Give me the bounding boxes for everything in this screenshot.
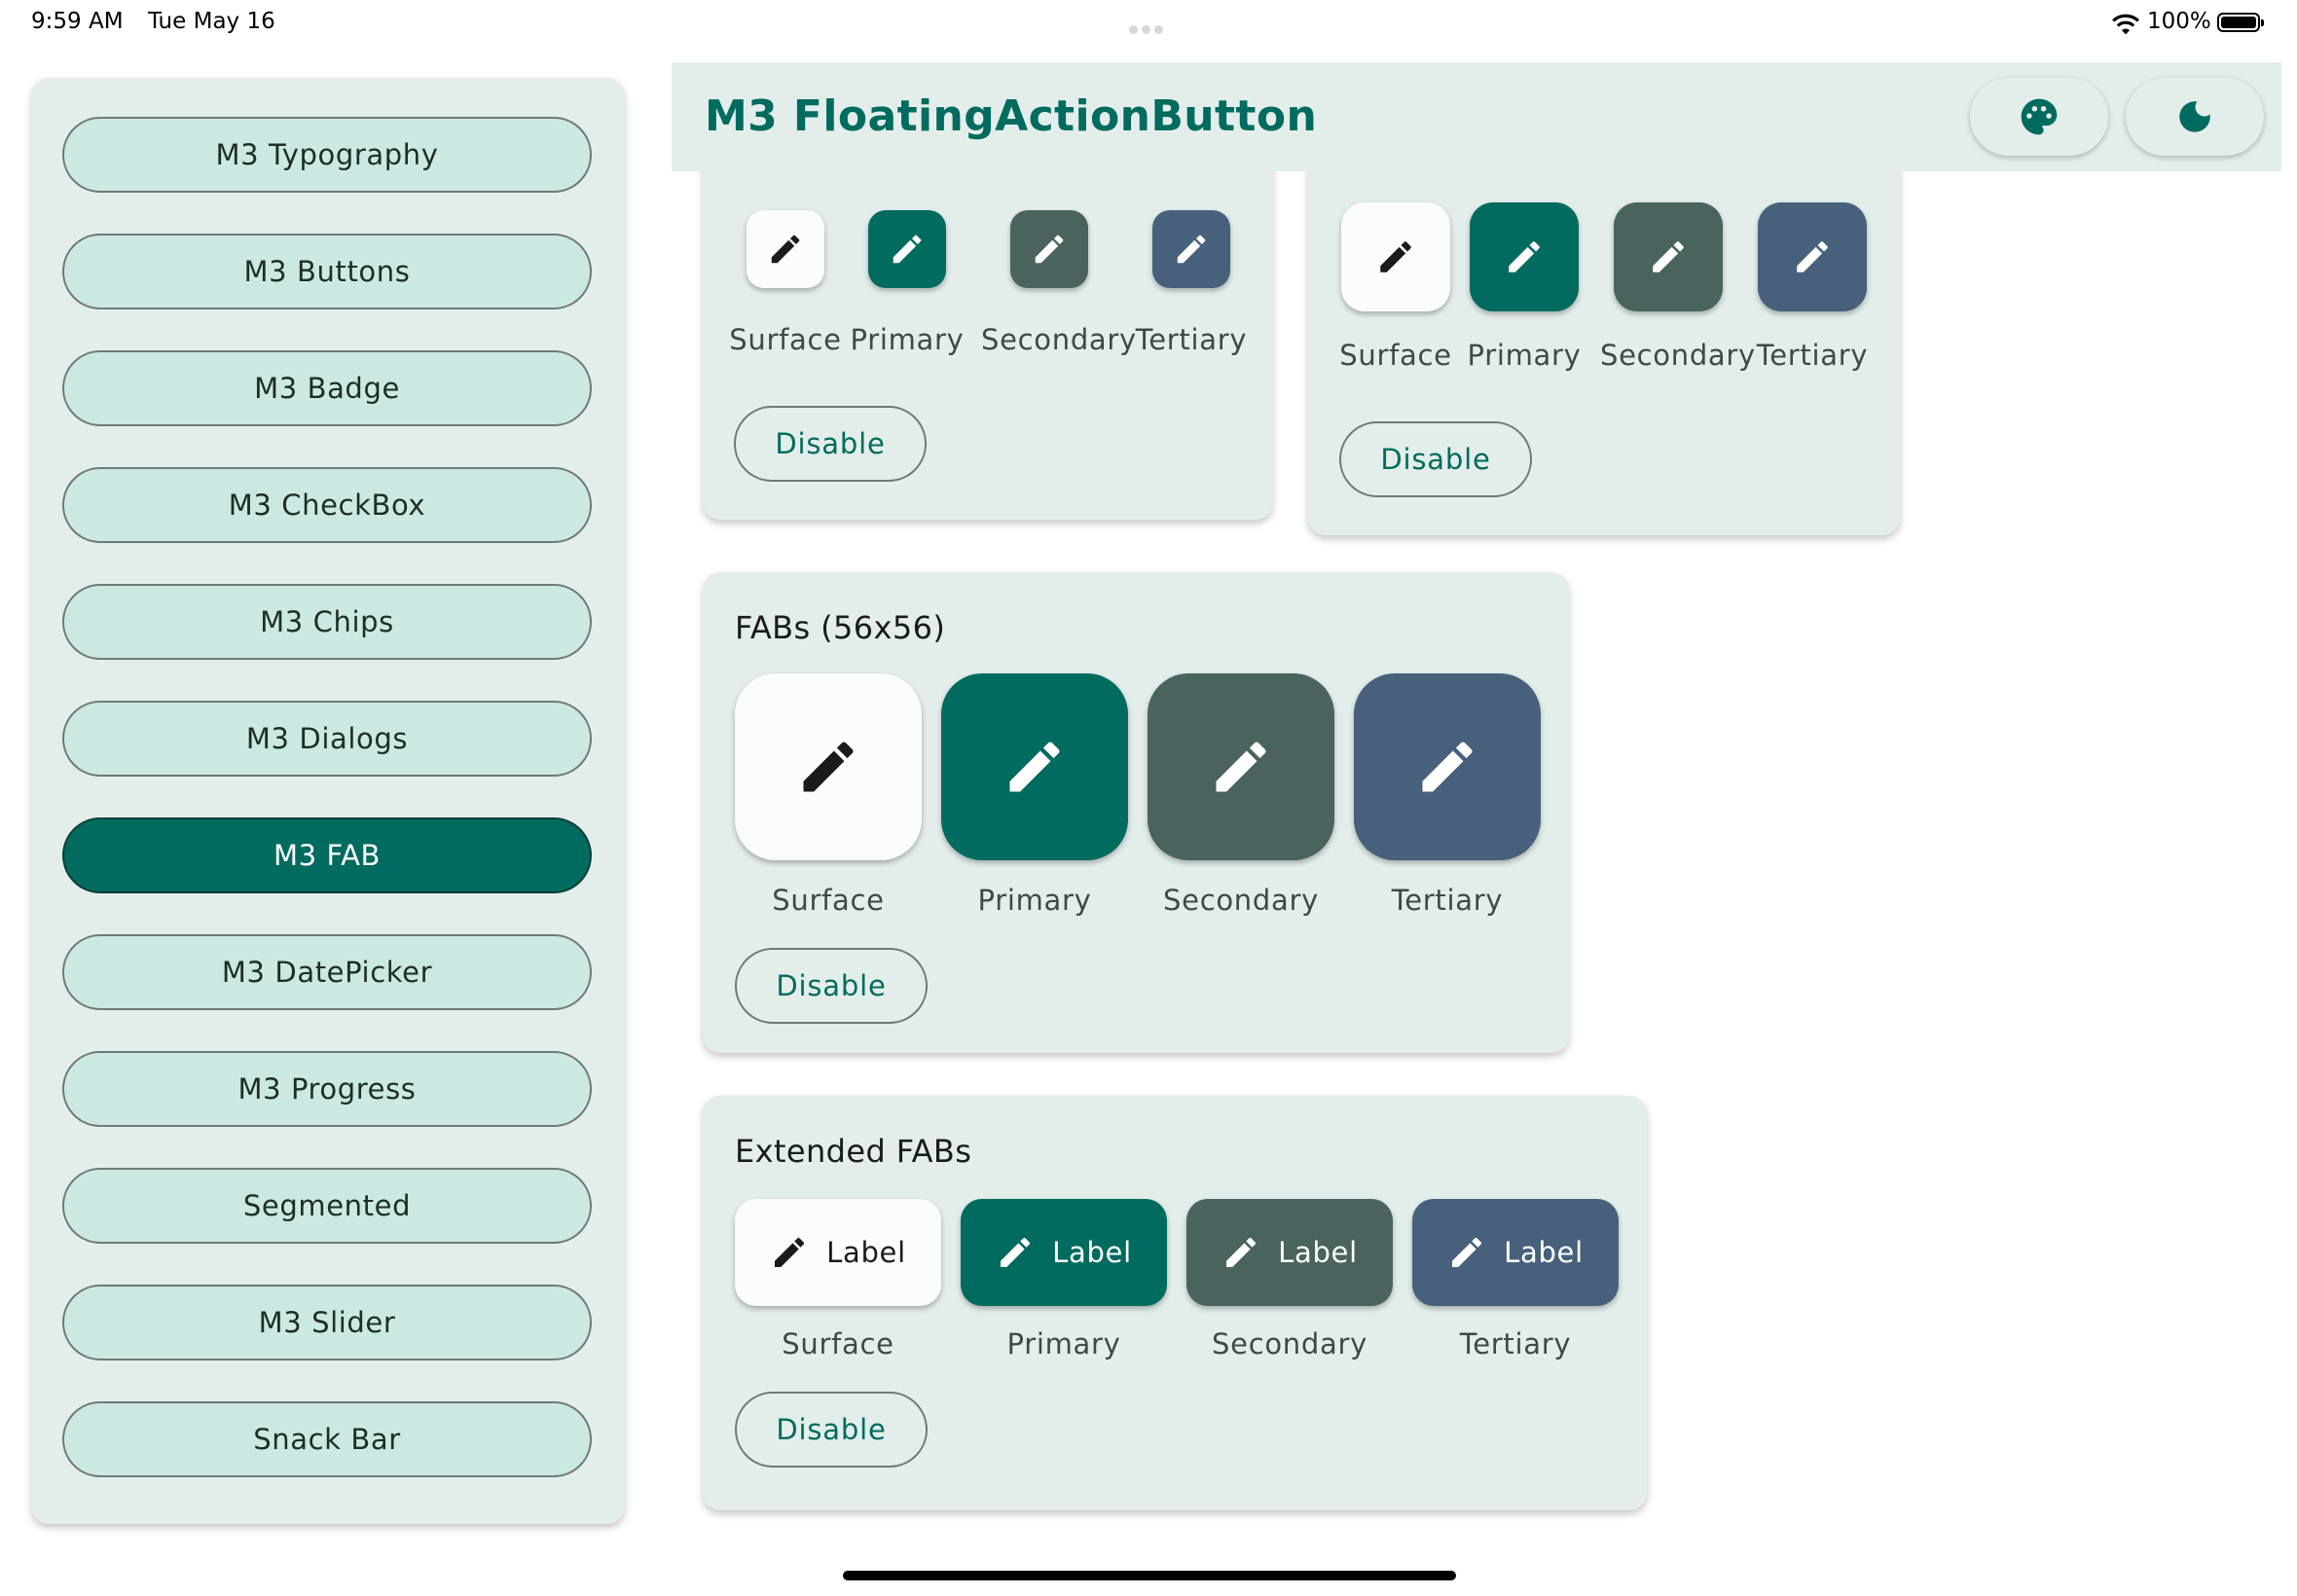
- edit-pencil-icon: [1001, 1237, 1031, 1267]
- disable-button[interactable]: Disable: [735, 1392, 928, 1468]
- battery-percent: 100%: [2147, 9, 2211, 34]
- large-fab-surface[interactable]: [735, 673, 922, 860]
- fab-label: Tertiary: [1391, 884, 1504, 917]
- sidebar-item-dialogs[interactable]: M3 Dialogs: [62, 701, 592, 777]
- sidebar-item-segmented[interactable]: Segmented: [62, 1168, 592, 1244]
- edit-pencil-icon: [1509, 241, 1540, 272]
- battery-icon: [2217, 13, 2264, 32]
- edit-pencil-icon: [1226, 1237, 1257, 1267]
- content-scroll-area[interactable]: Surface Primary Secondary Tertiary Disab…: [672, 171, 2297, 1534]
- regular-fabs-card: Surface Primary Secondary Tertiary Disab…: [1308, 171, 1900, 535]
- extended-fab-primary[interactable]: Label: [961, 1199, 1167, 1306]
- sidebar-item-slider[interactable]: M3 Slider: [62, 1285, 592, 1360]
- disable-button[interactable]: Disable: [735, 948, 928, 1024]
- extended-fab-surface[interactable]: Label: [735, 1199, 941, 1306]
- extended-fab-label: Label: [826, 1236, 906, 1269]
- status-date: Tue May 16: [148, 9, 275, 34]
- fab-label: Surface: [1339, 339, 1452, 372]
- multitasking-dots-icon[interactable]: [1129, 19, 1170, 34]
- status-bar: 9:59 AM Tue May 16 100%: [0, 0, 2297, 49]
- small-fab-primary[interactable]: [868, 210, 946, 288]
- sidebar-item-typography[interactable]: M3 Typography: [62, 117, 592, 193]
- page-title: M3 FloatingActionButton: [705, 91, 1318, 141]
- edit-pencil-icon: [1177, 235, 1206, 264]
- fab-label: Tertiary: [1135, 323, 1248, 356]
- fab-label: Secondary: [981, 323, 1137, 356]
- sidebar-item-buttons[interactable]: M3 Buttons: [62, 234, 592, 309]
- extended-fabs-card: Extended FABs Label Label Label Label Su…: [703, 1096, 1647, 1510]
- edit-pencil-icon: [775, 1237, 805, 1267]
- fab-primary[interactable]: [1470, 202, 1579, 311]
- fab-label: Tertiary: [1459, 1327, 1572, 1360]
- edit-pencil-icon: [893, 235, 922, 264]
- card-title: FABs (56x56): [735, 609, 946, 646]
- edit-pencil-icon: [803, 742, 854, 792]
- disable-button[interactable]: Disable: [734, 406, 927, 482]
- fab-surface[interactable]: [1341, 202, 1450, 311]
- palette-icon: [2021, 98, 2058, 135]
- extended-fab-secondary[interactable]: Label: [1186, 1199, 1393, 1306]
- theme-palette-button[interactable]: [1970, 78, 2108, 156]
- fab-label: Primary: [1467, 339, 1582, 372]
- edit-pencil-icon: [1009, 742, 1060, 792]
- large-fab-primary[interactable]: [941, 673, 1128, 860]
- sidebar: M3 Typography M3 Buttons M3 Badge M3 Che…: [31, 78, 625, 1524]
- fab-label: Surface: [729, 323, 842, 356]
- extended-fab-label: Label: [1052, 1236, 1132, 1269]
- sidebar-item-snackbar[interactable]: Snack Bar: [62, 1401, 592, 1477]
- large-fab-tertiary[interactable]: [1354, 673, 1541, 860]
- fab-label: Primary: [850, 323, 965, 356]
- sidebar-item-progress[interactable]: M3 Progress: [62, 1051, 592, 1127]
- fab-label: Secondary: [1163, 884, 1319, 917]
- extended-fab-tertiary[interactable]: Label: [1412, 1199, 1619, 1306]
- dark-mode-icon: [2179, 101, 2210, 132]
- app-bar: M3 FloatingActionButton: [672, 62, 2281, 171]
- fab-label: Tertiary: [1756, 339, 1869, 372]
- edit-pencil-icon: [1653, 241, 1684, 272]
- small-fab-secondary[interactable]: [1010, 210, 1088, 288]
- large-fabs-card: FABs (56x56) Surface Primary Secondary T…: [703, 572, 1569, 1053]
- edit-pencil-icon: [1452, 1237, 1482, 1267]
- sidebar-item-datepicker[interactable]: M3 DatePicker: [62, 934, 592, 1010]
- status-time: 9:59 AM: [31, 9, 124, 34]
- edit-pencil-icon: [1216, 742, 1266, 792]
- fab-tertiary[interactable]: [1758, 202, 1867, 311]
- disable-button[interactable]: Disable: [1339, 421, 1532, 497]
- fab-label: Surface: [772, 884, 885, 917]
- edit-pencil-icon: [1422, 742, 1473, 792]
- home-indicator[interactable]: [843, 1571, 1456, 1580]
- extended-fab-label: Label: [1504, 1236, 1584, 1269]
- fab-label: Primary: [1006, 1327, 1121, 1360]
- card-title: Extended FABs: [735, 1133, 972, 1170]
- wifi-icon: [2112, 14, 2139, 35]
- dark-mode-button[interactable]: [2126, 78, 2264, 156]
- edit-pencil-icon: [1797, 241, 1828, 272]
- fab-label: Surface: [782, 1327, 894, 1360]
- fab-label: Secondary: [1600, 339, 1756, 372]
- fab-label: Secondary: [1212, 1327, 1367, 1360]
- small-fab-surface[interactable]: [747, 210, 824, 288]
- sidebar-item-badge[interactable]: M3 Badge: [62, 350, 592, 426]
- large-fab-secondary[interactable]: [1148, 673, 1334, 860]
- fab-secondary[interactable]: [1614, 202, 1723, 311]
- small-fabs-card: Surface Primary Secondary Tertiary Disab…: [703, 171, 1273, 520]
- edit-pencil-icon: [1380, 241, 1411, 272]
- sidebar-item-fab[interactable]: M3 FAB: [62, 817, 592, 893]
- sidebar-item-chips[interactable]: M3 Chips: [62, 584, 592, 660]
- edit-pencil-icon: [1035, 235, 1064, 264]
- small-fab-tertiary[interactable]: [1152, 210, 1230, 288]
- fab-label: Primary: [977, 884, 1092, 917]
- edit-pencil-icon: [771, 235, 800, 264]
- sidebar-item-checkbox[interactable]: M3 CheckBox: [62, 467, 592, 543]
- extended-fab-label: Label: [1278, 1236, 1358, 1269]
